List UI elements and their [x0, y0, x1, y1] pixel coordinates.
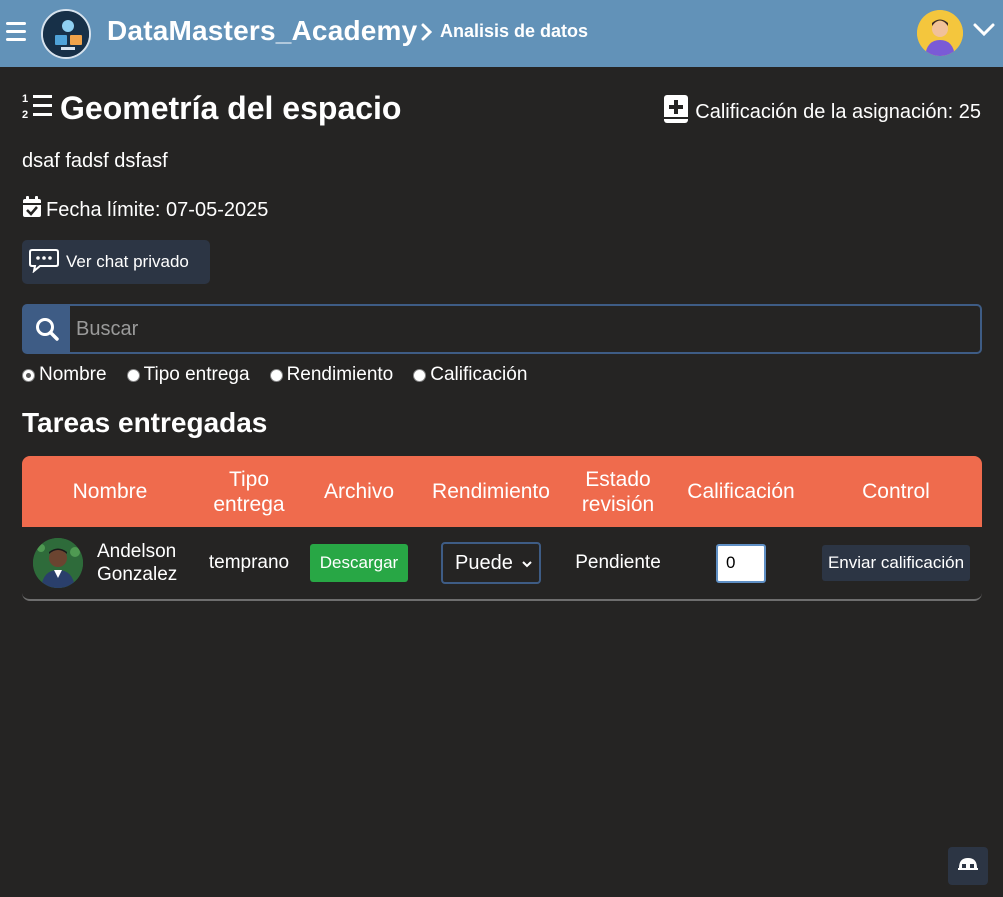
performance-cell: Puede	[418, 542, 564, 584]
user-avatar[interactable]	[917, 10, 963, 56]
search-input[interactable]	[70, 306, 980, 352]
section-title: Tareas entregadas	[22, 407, 268, 438]
chevron-right-icon	[420, 22, 434, 47]
assignment-description: dsaf fadsf dsfasf	[22, 150, 168, 172]
header-name: Nombre	[72, 480, 148, 503]
header-control: Control	[862, 480, 930, 503]
gradebook-icon	[663, 94, 689, 130]
top-navigation-bar: DataMasters_Academy Analisis de datos	[0, 0, 1003, 67]
header-type-line1: Tipo	[228, 467, 270, 491]
search-icon[interactable]	[24, 306, 70, 352]
header-status-line2: revisión	[581, 492, 655, 516]
chevron-down-icon	[521, 552, 533, 575]
header-file: Archivo	[323, 480, 395, 503]
filter-radio-type[interactable]: Tipo entrega	[126, 364, 250, 386]
breadcrumb-course[interactable]: Analisis de datos	[440, 21, 588, 42]
header-grade: Calificación	[687, 480, 795, 503]
filter-label: Tipo entrega	[143, 364, 250, 385]
widget-icon	[957, 856, 979, 877]
private-chat-button[interactable]: Ver chat privado	[22, 240, 210, 284]
filter-label: Calificación	[430, 364, 528, 385]
chat-bubble-icon	[28, 247, 60, 278]
radio-button[interactable]	[269, 368, 283, 382]
grade-input[interactable]: 0	[716, 543, 766, 583]
student-cell: Andelson Gonzalez	[22, 538, 198, 588]
radio-button[interactable]	[22, 368, 35, 382]
assignment-grade-label: Calificación de la asignación: 25	[695, 100, 981, 123]
file-cell: Descargar	[300, 544, 418, 582]
radio-button[interactable]	[413, 368, 427, 382]
page-title: Geometría del espacio	[60, 90, 402, 126]
grade-cell: 0	[672, 543, 810, 583]
download-button[interactable]: Descargar	[309, 544, 409, 582]
performance-select[interactable]: Puede	[441, 542, 541, 584]
filter-label: Nombre	[39, 364, 107, 385]
filter-radio-grade[interactable]: Calificación	[413, 364, 527, 386]
radio-button[interactable]	[126, 368, 140, 382]
student-name: Andelson Gonzalez	[97, 540, 177, 586]
table-header: Nombre Tipo entrega Archivo Rendimiento …	[22, 456, 982, 527]
accessibility-widget-button[interactable]	[948, 847, 988, 885]
deadline-text: Fecha límite: 07-05-2025	[46, 198, 269, 221]
private-chat-label: Ver chat privado	[66, 252, 189, 271]
menu-icon[interactable]	[6, 22, 26, 42]
student-last-name: Gonzalez	[97, 564, 178, 585]
assignment-grade: Calificación de la asignación: 25	[663, 94, 981, 130]
search-filter-options: Nombre Tipo entrega Rendimiento Califica…	[22, 364, 547, 386]
student-avatar	[33, 538, 83, 588]
control-cell: Enviar calificación	[810, 545, 982, 581]
svg-text:1: 1	[22, 93, 28, 105]
review-status: Pendiente	[575, 552, 661, 573]
send-grade-button[interactable]: Enviar calificación	[821, 545, 971, 581]
header-status-line1: Estado	[585, 467, 651, 491]
deadline-row: Fecha límite: 07-05-2025	[22, 196, 268, 224]
svg-text:2: 2	[22, 109, 28, 121]
search-bar	[22, 304, 982, 354]
academy-logo[interactable]	[41, 9, 91, 59]
filter-radio-name[interactable]: Nombre	[22, 364, 107, 386]
calendar-check-icon	[22, 196, 42, 224]
header-type: Tipo entrega	[198, 467, 300, 517]
filter-label: Rendimiento	[286, 364, 394, 385]
header-type-line2: entrega	[213, 492, 285, 516]
performance-value: Puede	[455, 551, 513, 574]
filter-radio-performance[interactable]: Rendimiento	[269, 364, 394, 386]
submission-type: temprano	[208, 552, 290, 573]
submissions-table: Nombre Tipo entrega Archivo Rendimiento …	[22, 456, 982, 601]
chevron-down-icon[interactable]	[972, 22, 996, 43]
header-status: Estado revisión	[564, 467, 672, 517]
table-row: Andelson Gonzalez temprano Descargar Pue…	[22, 527, 982, 601]
page-title-row: 1 2 Geometría del espacio	[22, 90, 401, 127]
student-first-name: Andelson	[97, 541, 177, 562]
header-performance: Rendimiento	[432, 480, 550, 503]
brand-name[interactable]: DataMasters_Academy	[107, 15, 417, 47]
numbered-list-icon: 1 2	[22, 91, 54, 126]
